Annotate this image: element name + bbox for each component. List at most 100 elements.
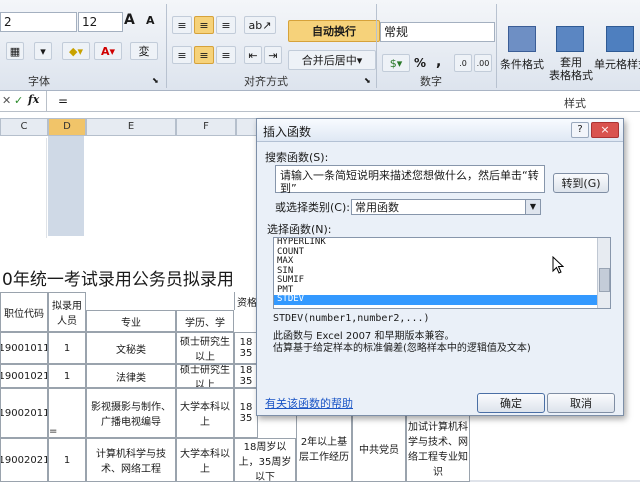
align-middle-icon[interactable]: ≡ bbox=[194, 16, 214, 34]
ribbon: 2 12 A A ▦ ▾ ◆▾ A▾ 変 字体 ⬊ ≡ ≡ ≡ ab↗ 自动换行… bbox=[0, 0, 640, 91]
ok-button[interactable]: 确定 bbox=[477, 393, 545, 413]
formula-bar: ✕ ✓ fx = bbox=[0, 91, 640, 112]
cell-count[interactable]: 1 bbox=[48, 438, 86, 482]
category-label: 或选择类别(C): bbox=[275, 201, 350, 214]
grow-font-icon[interactable]: A bbox=[124, 12, 135, 28]
cell-major[interactable]: 文秘类 bbox=[86, 332, 176, 364]
cell-style-icon[interactable] bbox=[606, 26, 634, 52]
cell-age[interactable]: 18 35 bbox=[234, 388, 258, 438]
column-header-f[interactable]: F bbox=[176, 118, 236, 136]
cell-age[interactable]: 18 35 bbox=[234, 332, 258, 364]
table-format-button[interactable]: 套用 表格格式 bbox=[546, 56, 596, 82]
align-center-icon[interactable]: ≡ bbox=[194, 46, 214, 64]
cell-party[interactable]: 中共党员 bbox=[352, 414, 406, 482]
header-major[interactable]: 专业 bbox=[86, 310, 176, 332]
chevron-down-icon[interactable]: ▼ bbox=[525, 200, 540, 214]
cell-major[interactable]: 法律类 bbox=[86, 364, 176, 388]
merge-center-label: 合并后居中 bbox=[301, 54, 357, 67]
conditional-format-button[interactable]: 条件格式 bbox=[500, 56, 544, 72]
font-dialog-launcher-icon[interactable]: ⬊ bbox=[152, 76, 159, 85]
cancel-button-label: 取消 bbox=[570, 397, 592, 410]
wrap-text-label: 自动换行 bbox=[312, 25, 356, 38]
column-header-c[interactable]: C bbox=[0, 118, 48, 136]
cell-count[interactable]: 1 bbox=[48, 364, 86, 388]
header-education[interactable]: 学历、学 bbox=[176, 310, 234, 332]
insert-function-icon[interactable]: fx bbox=[28, 93, 39, 106]
function-list-item[interactable]: STDEV bbox=[274, 294, 610, 305]
wrap-text-button[interactable]: 自动换行 bbox=[288, 20, 380, 42]
enter-icon[interactable]: ✓ bbox=[14, 94, 23, 107]
align-left-icon[interactable]: ≡ bbox=[172, 46, 192, 64]
dialog-title: 插入函数 bbox=[263, 125, 312, 139]
cell-major[interactable]: 影视摄影与制作、广播电视编导 bbox=[86, 388, 176, 438]
font-size-select[interactable]: 12 bbox=[78, 12, 123, 32]
number-format-select[interactable]: 常规 bbox=[380, 22, 495, 42]
style-group-label: 样式 bbox=[564, 97, 586, 110]
cell-age[interactable]: 18 35 bbox=[234, 364, 258, 388]
cell-education[interactable]: 硕士研究生以上 bbox=[176, 364, 234, 388]
select-function-label: 选择函数(N): bbox=[267, 223, 332, 236]
fill-color-icon[interactable]: ◆▾ bbox=[62, 42, 90, 60]
list-scrollbar[interactable] bbox=[597, 238, 610, 308]
merge-center-button[interactable]: 合并后居中 ▾ bbox=[288, 50, 376, 70]
cell-education[interactable]: 大学本科以上 bbox=[176, 388, 234, 438]
separator bbox=[166, 4, 167, 88]
currency-icon[interactable]: $▾ bbox=[382, 54, 410, 72]
function-list-item[interactable]: PMT bbox=[274, 285, 610, 296]
dialog-titlebar[interactable]: 插入函数 ? × bbox=[257, 119, 623, 142]
align-top-icon[interactable]: ≡ bbox=[172, 16, 192, 34]
mouse-cursor-icon bbox=[552, 256, 564, 274]
cancel-button[interactable]: 取消 bbox=[547, 393, 615, 413]
cell-note[interactable]: 加试计算机科学与技术、网络工程专业知识 bbox=[406, 414, 470, 482]
align-bottom-icon[interactable]: ≡ bbox=[216, 16, 236, 34]
decrease-decimal-icon[interactable]: .00 bbox=[474, 54, 492, 72]
increase-decimal-icon[interactable]: .0 bbox=[454, 54, 472, 72]
percent-icon[interactable]: % bbox=[414, 56, 426, 70]
align-right-icon[interactable]: ≡ bbox=[216, 46, 236, 64]
shrink-font-icon[interactable]: A bbox=[146, 14, 155, 27]
cell-count[interactable]: 1 bbox=[48, 332, 86, 364]
close-icon[interactable]: × bbox=[591, 122, 619, 138]
cell-code[interactable]: 19001021 bbox=[0, 364, 48, 388]
go-button[interactable]: 转到(G) bbox=[553, 173, 609, 193]
cell-code[interactable]: 19002011 bbox=[0, 388, 48, 438]
increase-indent-icon[interactable]: ⇥ bbox=[264, 46, 282, 64]
insert-function-dialog: 插入函数 ? × 搜索函数(S): 请输入一条简短说明来描述您想做什么，然后单击… bbox=[256, 118, 624, 416]
align-dialog-launcher-icon[interactable]: ⬊ bbox=[364, 76, 371, 85]
phonetic-icon[interactable]: 変 bbox=[130, 42, 158, 60]
scrollbar-thumb[interactable] bbox=[599, 268, 610, 292]
cell-code[interactable]: 19001011 bbox=[0, 332, 48, 364]
table-format-icon[interactable] bbox=[556, 26, 584, 52]
header-count[interactable]: 拟录用人员 bbox=[48, 292, 86, 332]
column-header-e[interactable]: E bbox=[86, 118, 176, 136]
border-dropdown-icon[interactable]: ▾ bbox=[34, 42, 52, 60]
cell-major[interactable]: 计算机科学与技术、网络工程 bbox=[86, 438, 176, 482]
cell-education[interactable]: 大学本科以上 bbox=[176, 438, 234, 482]
cell-age[interactable]: 18周岁以上，35周岁以下 bbox=[234, 438, 296, 482]
formula-input[interactable]: = bbox=[58, 94, 68, 108]
conditional-format-icon[interactable] bbox=[508, 26, 536, 52]
search-input[interactable]: 请输入一条简短说明来描述您想做什么，然后单击“转到” bbox=[275, 165, 545, 195]
cell-experience[interactable]: 2年以上基层工作经历 bbox=[296, 414, 352, 482]
header-code[interactable]: 职位代码 bbox=[0, 292, 48, 332]
function-description-line2: 估算基于给定样本的标准偏差(忽略样本中的逻辑值及文本) bbox=[273, 343, 531, 354]
cancel-icon[interactable]: ✕ bbox=[2, 94, 11, 107]
separator bbox=[496, 4, 497, 88]
function-list-item[interactable]: HYPERLINK bbox=[274, 238, 610, 248]
category-select[interactable]: 常用函数 ▼ bbox=[351, 199, 541, 215]
cell-style-button[interactable]: 单元格样式 bbox=[594, 56, 640, 72]
cell-education[interactable]: 硕士研究生以上 bbox=[176, 332, 234, 364]
border-icon[interactable]: ▦ bbox=[6, 42, 24, 60]
font-color-icon[interactable]: A▾ bbox=[94, 42, 122, 60]
help-icon[interactable]: ? bbox=[571, 122, 589, 138]
help-link[interactable]: 有关该函数的帮助 bbox=[265, 395, 353, 411]
decrease-indent-icon[interactable]: ⇤ bbox=[244, 46, 262, 64]
cell-code[interactable]: 19002021 bbox=[0, 438, 48, 482]
grid-area bbox=[0, 138, 47, 238]
column-header-d[interactable]: D bbox=[48, 118, 86, 136]
font-name-select[interactable]: 2 bbox=[0, 12, 77, 32]
function-list-item[interactable]: SUMIF bbox=[274, 275, 610, 286]
orientation-icon[interactable]: ab↗ bbox=[244, 16, 276, 34]
comma-icon[interactable]: , bbox=[436, 54, 441, 70]
cell-count[interactable]: = bbox=[48, 388, 86, 438]
